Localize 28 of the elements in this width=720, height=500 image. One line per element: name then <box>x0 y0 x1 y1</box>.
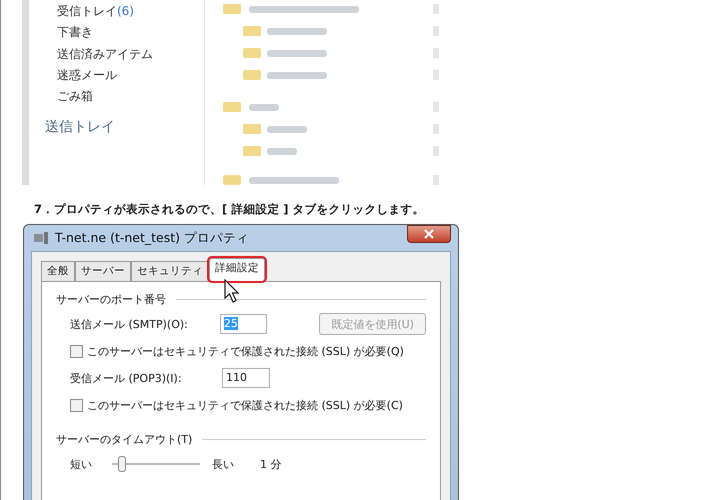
close-button[interactable] <box>407 225 451 243</box>
tab[interactable]: 詳細設定 <box>209 258 265 281</box>
checkbox[interactable] <box>70 398 83 412</box>
folder-item[interactable]: 送信済みアイテム <box>57 44 204 65</box>
checkbox[interactable] <box>70 344 83 358</box>
section-heading: サーバーのタイムアウト(T) <box>56 432 192 446</box>
window-title: T-net.ne (t-net_test) プロパティ <box>55 230 250 246</box>
section-heading: サーバーのポート番号 <box>56 292 166 306</box>
timeout-reading: 1 分 <box>260 456 282 472</box>
folder-item[interactable]: 受信トレイ(6) <box>57 1 204 22</box>
outbox-heading[interactable]: 送信トレイ <box>45 118 204 136</box>
computer-icon <box>33 231 49 245</box>
folder-item[interactable]: 下書き <box>57 22 204 44</box>
field-label: 受信メール (POP3)(I): <box>70 370 183 386</box>
close-icon <box>424 229 434 239</box>
tab[interactable]: セキュリティ <box>131 261 209 281</box>
folder-item[interactable]: 迷惑メール <box>57 64 204 86</box>
checkbox-label: このサーバーはセキュリティで保護された接続 (SSL) が必要(Q) <box>87 344 404 358</box>
tab[interactable]: 全般 <box>41 261 75 281</box>
input-field[interactable]: 110 <box>222 368 270 388</box>
slider-min-label: 短い <box>70 456 92 472</box>
slider-max-label: 長い <box>212 456 234 472</box>
tab[interactable]: サーバー <box>75 261 131 281</box>
instruction-text: 7．プロパティが表示されるので、[ 詳細設定 ] タブをクリックします。 <box>34 202 426 217</box>
folder-item[interactable]: ごみ箱 <box>57 86 204 108</box>
checkbox-label: このサーバーはセキュリティで保護された接続 (SSL) が必要(C) <box>87 398 403 412</box>
slider-thumb[interactable] <box>118 456 126 472</box>
field-label: 送信メール (SMTP)(O): <box>70 316 189 332</box>
